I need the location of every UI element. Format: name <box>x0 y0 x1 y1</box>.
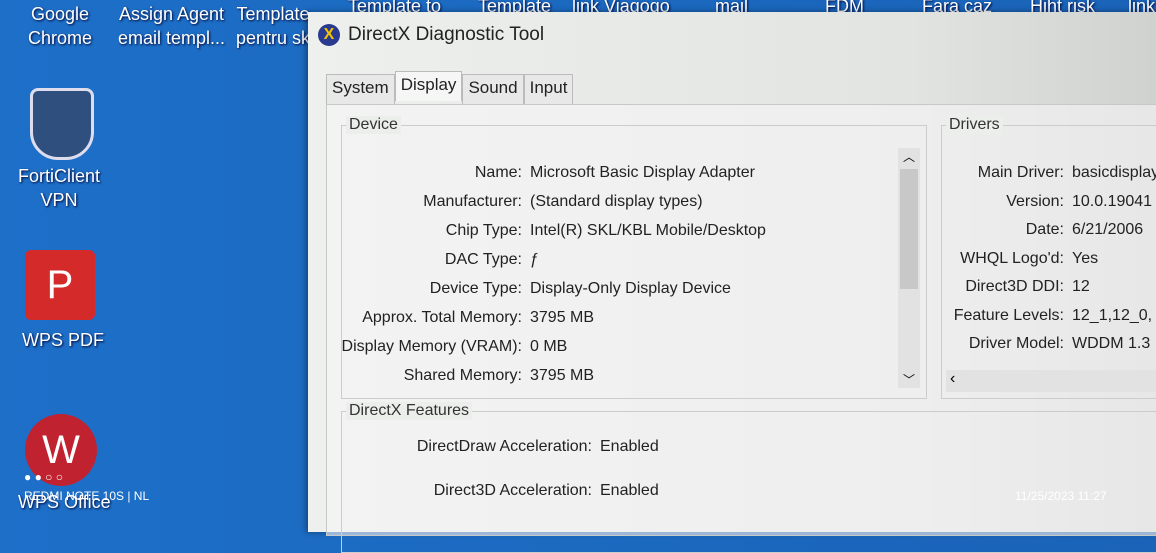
drivers-group-label: Drivers <box>946 116 1003 134</box>
info-value: 0 MB <box>530 338 568 355</box>
info-key: Manufacturer: <box>423 193 522 210</box>
info-value: 6/21/2006 <box>1072 221 1144 238</box>
directx-features-group: DirectX Features DirectDraw Acceleration… <box>341 402 1156 553</box>
info-value: 10.0.19041 <box>1072 192 1153 210</box>
scroll-down-icon[interactable]: ﹀ <box>898 371 920 388</box>
info-row: Direct3D Acceleration: Enabled <box>352 482 659 500</box>
info-key: Name: <box>474 164 522 181</box>
info-value: Yes <box>1072 249 1099 267</box>
info-value: Intel(R) SKL/KBL Mobile/Desktop <box>530 222 766 239</box>
info-value: Microsoft Basic Display Adapter <box>530 164 755 181</box>
directx-logo-icon: X <box>318 24 340 46</box>
scroll-thumb[interactable] <box>900 169 918 289</box>
info-key: DAC Type: <box>444 251 522 268</box>
info-value: Enabled <box>600 438 659 455</box>
device-scrollbar[interactable]: ︿ ﹀ <box>898 148 920 388</box>
info-key: Driver Model: <box>968 335 1064 352</box>
info-row: Name: Microsoft Basic Display Adapter <box>332 164 755 182</box>
tab-bar: System Display Sound Input <box>326 71 574 104</box>
info-row: DirectDraw Acceleration: Enabled <box>352 438 659 456</box>
info-key: Approx. Total Memory: <box>362 309 522 326</box>
info-key: Main Driver: <box>977 164 1064 181</box>
info-row: Driver Model: WDDM 1.3 <box>934 335 1150 353</box>
photo-device-watermark: REDMI NOTE 10S | NL <box>24 489 150 503</box>
info-value: (Standard display types) <box>530 193 703 210</box>
info-row: Manufacturer: (Standard display types) <box>332 193 703 211</box>
photo-timestamp: 11/25/2023 11:27 <box>1015 489 1107 503</box>
info-value: 12 <box>1072 278 1090 295</box>
info-row: Direct3D DDI: 12 <box>934 278 1090 296</box>
info-key: Version: <box>1006 192 1064 210</box>
info-value: ƒ <box>530 251 539 268</box>
info-key: Chip Type: <box>445 222 522 239</box>
info-row: DAC Type: ƒ <box>332 251 539 269</box>
info-row: Approx. Total Memory: 3795 MB <box>332 309 594 327</box>
info-value: Enabled <box>600 482 659 499</box>
device-group-label: Device <box>346 116 401 134</box>
wps-pdf-icon: P <box>25 250 95 320</box>
features-group-label: DirectX Features <box>346 402 473 420</box>
forticlient-icon <box>30 88 94 160</box>
tab-input[interactable]: Input <box>523 74 574 104</box>
info-value: basicdisplay <box>1072 164 1156 181</box>
window-title: DirectX Diagnostic Tool <box>348 24 545 45</box>
info-row: Date: 6/21/2006 <box>934 221 1143 239</box>
info-row: Shared Memory: 3795 MB <box>332 367 594 385</box>
info-key: WHQL Logo'd: <box>960 249 1064 267</box>
info-key: DirectDraw Acceleration: <box>416 438 592 455</box>
drivers-group: Drivers Main Driver: basicdisplay Version:… <box>941 116 1156 399</box>
info-key: Shared Memory: <box>403 367 522 384</box>
info-key: Device Type: <box>429 280 522 297</box>
drivers-hscrollbar[interactable]: ‹ <box>946 370 1156 392</box>
info-row: Chip Type: Intel(R) SKL/KBL Mobile/Deskto… <box>332 222 766 240</box>
info-value: 3795 MB <box>530 367 595 384</box>
info-row: Display Memory (VRAM): 0 MB <box>332 338 568 356</box>
info-key: Direct3D DDI: <box>965 278 1064 295</box>
device-group: Device Name: Microsoft Basic Display Adap… <box>341 116 927 399</box>
info-row: Device Type: Display-Only Display Device <box>332 280 731 298</box>
info-value: Display-Only Display Device <box>530 280 731 297</box>
display-panel: Device Name: Microsoft Basic Display Adap… <box>326 104 1156 553</box>
desktop-icon-assign-agent[interactable]: Assign Agent email templ... <box>118 2 225 50</box>
desktop-icon-google-chrome[interactable]: Google Chrome <box>28 2 92 50</box>
info-key: Display Memory (VRAM): <box>341 338 522 355</box>
info-row: Feature Levels: 12_1,12_0, <box>934 307 1152 325</box>
info-row: Version: 10.0.19041 <box>934 193 1152 211</box>
tab-display[interactable]: Display <box>394 71 463 101</box>
desktop-icon-template-sk[interactable]: Template pentru sk <box>236 2 310 50</box>
camera-dots: ● ● ○ ○ <box>24 470 63 484</box>
info-key: Feature Levels: <box>953 306 1064 324</box>
info-value: WDDM 1.3 <box>1072 335 1151 352</box>
info-row: WHQL Logo'd: Yes <box>934 250 1098 268</box>
info-key: Direct3D Acceleration: <box>433 482 592 499</box>
info-value: 3795 MB <box>530 309 595 326</box>
scroll-left-icon[interactable]: ‹ <box>950 370 955 387</box>
info-key: Date: <box>1025 221 1064 238</box>
info-row: Main Driver: basicdisplay <box>934 164 1156 182</box>
tab-sound[interactable]: Sound <box>462 74 524 104</box>
tab-system[interactable]: System <box>326 74 395 104</box>
dxdiag-window: X DirectX Diagnostic Tool System Display… <box>308 12 1156 553</box>
scroll-up-icon[interactable]: ︿ <box>898 148 920 165</box>
info-value: 12_1,12_0, <box>1072 306 1153 324</box>
